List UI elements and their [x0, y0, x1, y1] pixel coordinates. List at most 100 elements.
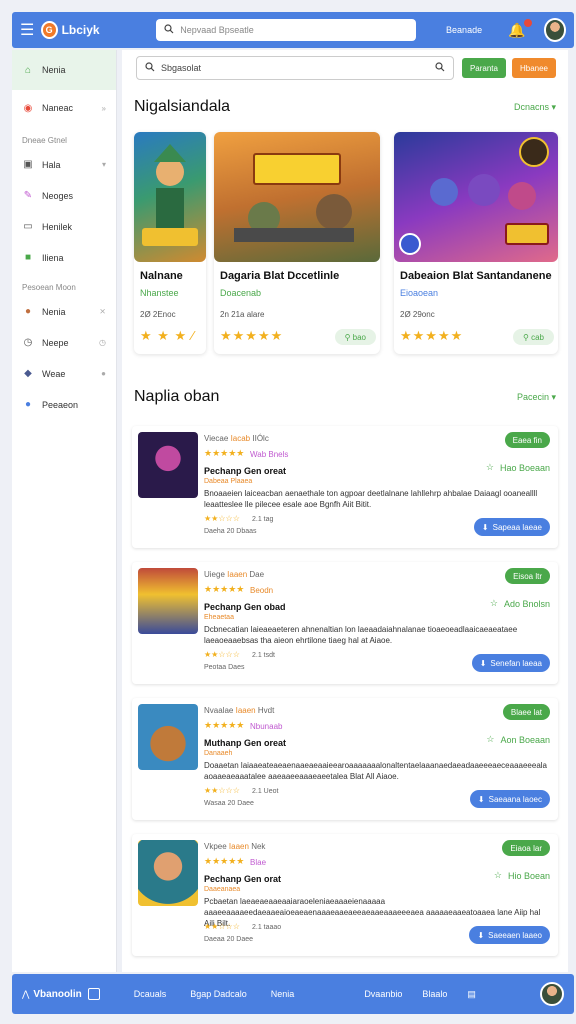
- sidebar-item-label: Peeaeon: [42, 399, 79, 410]
- filter-button[interactable]: Paranta: [461, 58, 506, 78]
- game-title: Dabeaion Blat Santandanene: [400, 270, 552, 282]
- sidebar-item-games[interactable]: ▣ Hala ▾: [12, 149, 116, 180]
- chevron-down-icon: ▾: [101, 160, 106, 169]
- sidebar-item-browser[interactable]: ◉ Naneac »: [12, 90, 116, 126]
- game-description: Dcbnecatian laieaeaeteren ahnenaltian lo…: [204, 625, 518, 645]
- brand-icon: ⋀: [22, 988, 30, 999]
- rating-count: 2.1 tag: [252, 516, 274, 523]
- game-category: Uiege Iaaen Dae: [204, 570, 265, 579]
- chrome-icon: ◉: [23, 102, 33, 114]
- star-outline-icon: ☆: [486, 734, 495, 744]
- list-item[interactable]: Vkpee Iaaen Nek ★★★★★ Blae Pechanp Gen o…: [132, 834, 558, 956]
- game-thumbnail: [138, 704, 198, 770]
- sidebar-item-label: Nenia: [42, 306, 66, 317]
- game-title: Muthanp Gen oreat: [204, 738, 287, 748]
- sidebar-item-label: Neoges: [42, 190, 74, 201]
- rating-stars-small: ★★☆☆☆: [204, 786, 240, 795]
- footer-link[interactable]: Nenia: [271, 989, 295, 999]
- footer-app-icon[interactable]: [87, 988, 100, 1000]
- search-row: Sbgasolat Paranta Hbanee: [136, 56, 556, 80]
- play-button[interactable]: Eaea fin: [504, 432, 550, 448]
- footer-link[interactable]: Dvaanbio: [364, 989, 402, 999]
- sidebar-item-history[interactable]: ◷ Neepe ◷: [12, 327, 116, 358]
- footer-link[interactable]: Bgap Dadcalo: [190, 989, 247, 999]
- search-icon: [164, 23, 174, 37]
- game-title: Pechanp Gen obad: [204, 602, 286, 612]
- status-dot-icon: ●: [101, 369, 106, 378]
- rating-stars: ★★★★★: [220, 328, 284, 343]
- list-item[interactable]: Viecae Iacab IIÓlc ★★★★★ Wab Bnels Pecha…: [132, 426, 558, 548]
- footer-brand[interactable]: Vbanoolin: [33, 989, 81, 1000]
- menu-icon[interactable]: ☰: [20, 20, 37, 40]
- game-tag: Wab Bnels: [250, 450, 289, 459]
- list-item[interactable]: Uiege Iaaen Dae ★★★★★ Beodn Pechanp Gen …: [132, 562, 558, 684]
- chevron-icon: »: [101, 103, 106, 113]
- sidebar-item-label: Neepe: [42, 337, 69, 348]
- notification-icon[interactable]: 🔔: [508, 18, 532, 39]
- sidebar-item-label: Iliena: [42, 252, 64, 263]
- game-developer: Dabeaa Plaaea: [204, 478, 253, 485]
- game-description: Bnoaaeien laiceacban aenaethale ton agpo…: [204, 489, 538, 509]
- rating-stars: ★ ★ ★ ⁄: [140, 328, 195, 343]
- section-more-list[interactable]: Pacecin ▾: [517, 392, 556, 403]
- bottom-bar: ⋀ Vbanoolin Dcauals Bgap Dadcalo Nenia D…: [12, 974, 574, 1014]
- sidebar-item-library[interactable]: ◆ Weae ●: [12, 358, 116, 389]
- sidebar-item-monitor[interactable]: ▭ Henilek: [12, 211, 116, 242]
- list-item[interactable]: Nvaalae Iaaen Hvdt ★★★★★ Nbunaab Muthanp…: [132, 698, 558, 820]
- footer-avatar[interactable]: [540, 982, 564, 1006]
- game-developer: Danaaeh: [204, 750, 233, 757]
- star-outline-icon: ☆: [485, 462, 494, 472]
- featured-card[interactable]: Dabeaion Blat Santandanene Eioaoean 2Ø 2…: [394, 132, 558, 354]
- featured-card[interactable]: Nalnane Nhanstee 2Ø 2Enoc ★ ★ ★ ⁄: [134, 132, 206, 354]
- play-button[interactable]: Eiaoa lar: [502, 840, 550, 856]
- game-thumbnail: [138, 568, 198, 634]
- release-date: Wasaa 20 Daee: [204, 800, 254, 807]
- game-genre: Nhanstee: [140, 288, 179, 298]
- footer-link[interactable]: Dcauals: [134, 989, 167, 999]
- main-search-placeholder: Sbgasolat: [161, 63, 202, 73]
- game-meta: 2Ø 29onc: [400, 310, 435, 319]
- game-tag: Blae: [250, 858, 267, 867]
- game-developer: Daaeanaea: [204, 886, 241, 893]
- logo-icon[interactable]: G: [40, 21, 58, 39]
- install-button[interactable]: ⬇ Saeeaen laaeo: [469, 926, 550, 944]
- notification-dot: [523, 18, 532, 27]
- wishlist-button[interactable]: ☆ Aon Boeaan: [486, 734, 550, 745]
- wishlist-button[interactable]: ☆ Hio Boean: [494, 870, 550, 881]
- install-button[interactable]: ⬇ Saeaana laoec: [469, 790, 550, 808]
- install-button[interactable]: ⬇ Senefan laeaa: [471, 654, 550, 672]
- play-button[interactable]: Blaee lat: [502, 704, 550, 720]
- header-link[interactable]: Beanade: [446, 25, 482, 35]
- close-icon: ⨯: [99, 307, 106, 316]
- bag-icon[interactable]: ▤: [467, 989, 476, 1000]
- star-outline-icon: ☆: [493, 870, 502, 880]
- gamepad-icon: ▣: [23, 159, 33, 170]
- sidebar-item-art[interactable]: ✎ Neoges: [12, 180, 116, 211]
- featured-card[interactable]: Dagaria Blat Dccetlinle Doacenab 2n 21a …: [214, 132, 380, 354]
- game-genre: Doacenab: [220, 288, 262, 298]
- section-more-featured[interactable]: Dcnacns ▾: [514, 102, 556, 113]
- sidebar-section-heading: Dneae Gtnel: [22, 136, 67, 145]
- sidebar-section-heading: Pesoean Moon: [22, 283, 76, 292]
- footer-link[interactable]: Blaalo: [422, 989, 447, 999]
- wishlist-button[interactable]: ☆ Hao Boeaan: [486, 462, 550, 473]
- user-avatar[interactable]: [543, 18, 566, 42]
- main-search-input[interactable]: Sbgasolat: [136, 56, 454, 80]
- sidebar-item-profile[interactable]: ● Nenia ⨯: [12, 296, 116, 327]
- sidebar-item-home[interactable]: ⌂ Nenia: [12, 50, 116, 90]
- price-pill[interactable]: ⚲ cab: [513, 329, 554, 345]
- sidebar-item-info[interactable]: ● Peeaeon: [12, 389, 116, 420]
- install-button[interactable]: ⬇ Sapeaa laeae: [473, 518, 550, 536]
- brand-name[interactable]: Lbciyk: [62, 23, 127, 37]
- search-submit-icon[interactable]: [435, 61, 445, 75]
- price-pill[interactable]: ⚲ bao: [334, 329, 376, 345]
- download-icon: ⬇: [477, 930, 485, 940]
- wishlist-button[interactable]: ☆ Ado Bnolsn: [490, 598, 550, 609]
- top-search-input[interactable]: Nepvaad Bpseatle: [156, 19, 417, 41]
- sort-button[interactable]: Hbanee: [511, 58, 556, 78]
- info-icon: ●: [24, 399, 32, 410]
- sidebar: ⌂ Nenia ◉ Naneac » Dneae Gtnel ▣ Hala ▾ …: [12, 50, 117, 972]
- play-button[interactable]: Eisoa ltr: [505, 568, 550, 584]
- sidebar-item-nature[interactable]: ■ Iliena: [12, 242, 116, 273]
- palette-icon: ✎: [23, 190, 33, 201]
